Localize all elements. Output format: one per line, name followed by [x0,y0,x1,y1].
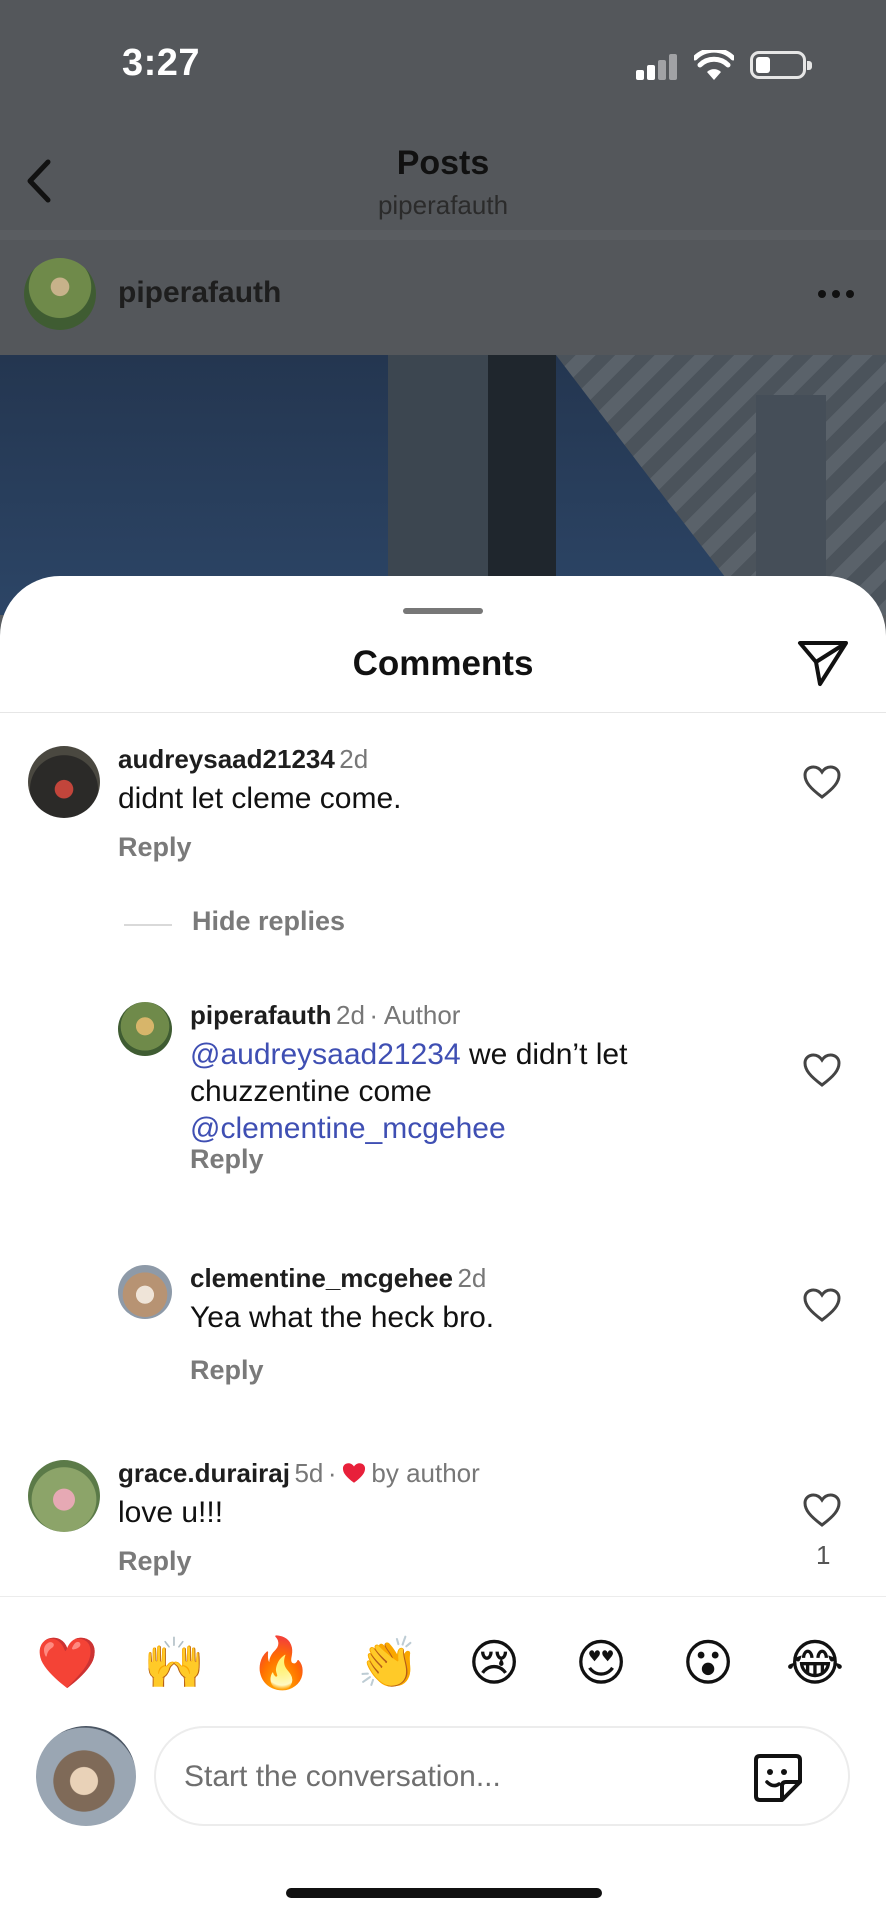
emoji-heart-eyes[interactable]: 😍 [571,1633,631,1693]
post-author-username[interactable]: piperafauth [118,276,281,310]
mention-link[interactable]: @audreysaad21234 [190,1038,461,1071]
comment-username[interactable]: grace.durairaj [118,1458,290,1488]
emoji-raised-hands[interactable]: 🙌 [143,1633,205,1693]
commenter-avatar[interactable] [28,1460,100,1532]
page-subtitle: piperafauth [377,190,509,220]
battery-icon [750,51,812,79]
post-screen-background: 3:27 Posts piperafauth piperafauth [0,0,886,615]
comment-time: 2d [457,1263,487,1293]
comment-text: @audreysaad21234 we didn’t let chuzzenti… [190,1036,710,1147]
signal-icon [636,54,680,80]
sheet-title: Comments [352,644,534,683]
comment-time: 2d [339,744,369,774]
status-bar: 3:27 [0,0,886,130]
page-title: Posts [396,144,490,182]
emoji-heart[interactable]: ❤️ [36,1633,98,1693]
emoji-laughing[interactable]: 😂 [785,1633,845,1693]
heart-icon[interactable] [802,1492,842,1528]
liked-by-author: by author [371,1458,480,1488]
emoji-bar: ❤️ 🙌 🔥 👏 😢 😍 😮 😂 [0,1596,886,1716]
share-icon[interactable] [796,638,850,688]
heart-icon[interactable] [802,1287,842,1323]
home-indicator[interactable] [286,1888,602,1898]
reply-button[interactable]: Reply [118,1546,192,1577]
hide-replies-toggle[interactable]: Hide replies [124,906,524,942]
author-heart-icon [342,1463,365,1483]
commenter-avatar[interactable] [118,1265,172,1319]
comment-time: 5d [294,1458,324,1488]
emoji-fire[interactable]: 🔥 [250,1633,312,1693]
sticker-icon[interactable] [752,1752,804,1804]
comment-username[interactable]: audreysaad21234 [118,744,335,774]
comment-composer: Start the conversation... [0,1716,886,1836]
commenter-avatar[interactable] [28,746,100,818]
reply-button[interactable]: Reply [190,1355,264,1386]
sheet-grabber[interactable] [403,608,483,614]
status-time: 3:27 [122,42,201,84]
hide-replies-label: Hide replies [192,906,346,936]
reply-button[interactable]: Reply [118,832,192,863]
post-author-avatar[interactable] [24,258,96,330]
comment-input-placeholder: Start the conversation... [184,1760,501,1793]
heart-icon[interactable] [802,764,842,800]
mention-link[interactable]: @clementine_mcgehee [190,1112,506,1145]
comment-text: love u!!! [118,1496,224,1529]
comment-input[interactable]: Start the conversation... [154,1726,850,1826]
post-header: piperafauth [0,240,886,355]
comment-username[interactable]: piperafauth [190,1000,332,1030]
meta-separator: · [327,1458,337,1488]
emoji-clap[interactable]: 👏 [357,1633,419,1693]
reply-button[interactable]: Reply [190,1144,264,1175]
author-tag: · Author [369,1000,461,1030]
comment-username[interactable]: clementine_mcgehee [190,1263,453,1293]
sheet-divider [0,712,886,713]
top-nav: Posts piperafauth [0,130,886,230]
commenter-avatar[interactable] [118,1002,172,1056]
current-user-avatar [36,1726,136,1826]
emoji-surprised[interactable]: 😮 [678,1633,738,1693]
comment-text: Yea what the heck bro. [190,1301,495,1334]
comment-time: 2d [336,1000,365,1030]
like-count: 1 [816,1540,831,1570]
emoji-crying[interactable]: 😢 [464,1633,524,1693]
heart-icon[interactable] [802,1052,842,1088]
more-icon[interactable] [818,290,854,300]
comment-text: didnt let cleme come. [118,782,402,815]
wifi-icon [694,50,734,80]
